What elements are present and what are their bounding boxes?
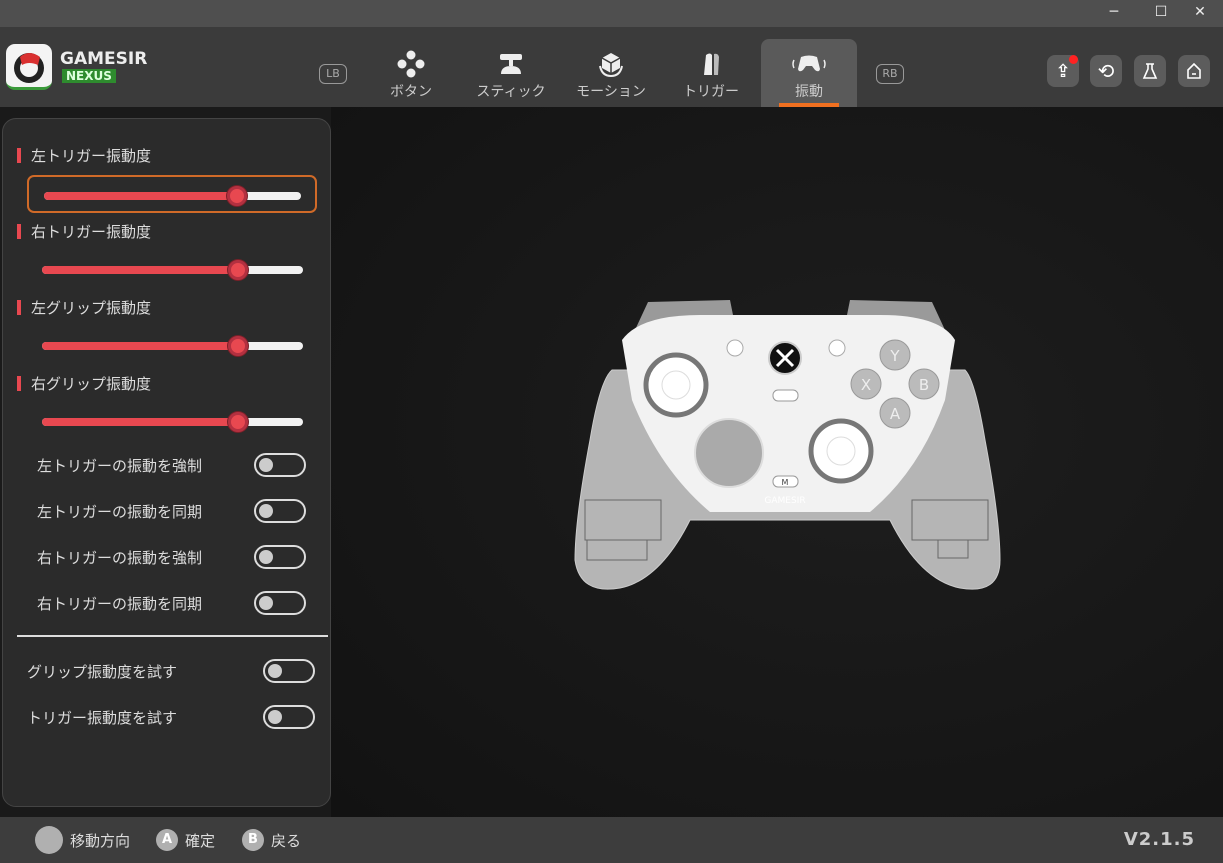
force-left-trigger-label: 左トリガーの振動を強制 bbox=[37, 457, 203, 475]
controller-logo: GAMESIR bbox=[764, 496, 805, 506]
test-trigger-label: トリガー振動度を試す bbox=[27, 709, 178, 727]
force-right-trigger-toggle[interactable] bbox=[254, 545, 306, 569]
test-trigger-toggle[interactable] bbox=[263, 705, 315, 729]
tab-label: モーション bbox=[576, 84, 646, 100]
rb-bumper-button[interactable]: RB bbox=[876, 64, 904, 84]
sync-left-trigger-label: 左トリガーの振動を同期 bbox=[37, 503, 203, 521]
reset-icon: ⟲ bbox=[1097, 59, 1115, 83]
tab-vibration[interactable]: 振動 bbox=[761, 39, 857, 107]
close-button[interactable]: ✕ bbox=[1177, 0, 1223, 27]
dpad-icon bbox=[363, 47, 459, 81]
a-button: A bbox=[890, 405, 901, 423]
force-left-trigger-toggle[interactable] bbox=[254, 453, 306, 477]
a-key-icon: A bbox=[156, 829, 178, 851]
tab-motion[interactable]: モーション bbox=[563, 39, 659, 107]
y-button: Y bbox=[889, 347, 900, 365]
joystick-icon bbox=[35, 826, 63, 854]
right-trigger-vibration-label: 右トリガー振動度 bbox=[17, 221, 151, 242]
back-hint: 戻る bbox=[271, 832, 302, 850]
slider-thumb[interactable] bbox=[226, 186, 247, 206]
right-grip-vibration-label: 右グリップ振動度 bbox=[17, 373, 151, 394]
header: GAMESIR NEXUS LB ボタン スティック モーション トリガー 振動… bbox=[0, 27, 1223, 107]
slider-thumb[interactable] bbox=[227, 336, 248, 356]
slider-thumb[interactable] bbox=[227, 260, 248, 280]
tab-buttons[interactable]: ボタン bbox=[363, 39, 459, 107]
right-grip-vibration-slider[interactable] bbox=[27, 403, 317, 441]
home-button[interactable] bbox=[1178, 55, 1210, 87]
tab-label: スティック bbox=[476, 84, 546, 100]
sync-right-trigger-toggle[interactable] bbox=[254, 591, 306, 615]
motion-icon bbox=[563, 47, 659, 81]
controller-view: M GAMESIR Y X B A bbox=[331, 107, 1223, 817]
right-trigger-vibration-slider[interactable] bbox=[27, 251, 317, 289]
x-button: X bbox=[861, 376, 871, 394]
brand-sub: NEXUS bbox=[62, 69, 116, 83]
reset-button[interactable]: ⟲ bbox=[1090, 55, 1122, 87]
test-grip-toggle[interactable] bbox=[263, 659, 315, 683]
version-label: V2.1.5 bbox=[1123, 829, 1195, 850]
notification-dot bbox=[1069, 55, 1078, 64]
trigger-icon bbox=[663, 47, 759, 81]
slider-thumb[interactable] bbox=[227, 412, 248, 432]
b-button: B bbox=[919, 376, 929, 394]
upload-icon: ⇪ bbox=[1055, 60, 1071, 82]
home-icon bbox=[1187, 62, 1201, 79]
vibration-settings-panel: 左トリガー振動度 右トリガー振動度 左グリップ振動度 右グリップ振動度 左トリガ… bbox=[2, 118, 331, 807]
lb-bumper-button[interactable]: LB bbox=[319, 64, 347, 84]
tab-stick[interactable]: スティック bbox=[463, 39, 559, 107]
b-key-icon: B bbox=[242, 829, 264, 851]
controller-image: M GAMESIR Y X B A bbox=[574, 300, 1001, 590]
footer-hints: 移動方向 A 確定 B 戻る V2.1.5 bbox=[0, 817, 1223, 863]
vibration-icon bbox=[761, 47, 857, 81]
left-grip-vibration-label: 左グリップ振動度 bbox=[17, 297, 151, 318]
divider bbox=[17, 635, 328, 637]
sync-right-trigger-label: 右トリガーの振動を同期 bbox=[37, 595, 203, 613]
brand-name: GAMESIR bbox=[60, 49, 148, 69]
left-grip-vibration-slider[interactable] bbox=[27, 327, 317, 365]
move-hint: 移動方向 bbox=[70, 832, 131, 850]
minimize-button[interactable]: ─ bbox=[1091, 0, 1137, 27]
tab-label: 振動 bbox=[795, 84, 823, 100]
force-right-trigger-label: 右トリガーの振動を強制 bbox=[37, 549, 203, 567]
m-button: M bbox=[782, 478, 789, 487]
tab-label: トリガー bbox=[683, 84, 739, 100]
flask-icon bbox=[1142, 63, 1158, 79]
test-button[interactable] bbox=[1134, 55, 1166, 87]
left-trigger-vibration-label: 左トリガー振動度 bbox=[17, 145, 151, 166]
confirm-hint: 確定 bbox=[185, 832, 216, 850]
test-grip-label: グリップ振動度を試す bbox=[27, 663, 178, 681]
tab-label: ボタン bbox=[390, 84, 432, 100]
left-trigger-vibration-slider[interactable] bbox=[27, 175, 317, 213]
title-bar: ─ ☐ ✕ bbox=[0, 0, 1223, 27]
stick-icon bbox=[463, 47, 559, 81]
gamesir-logo-icon bbox=[6, 44, 52, 90]
tab-trigger[interactable]: トリガー bbox=[663, 39, 759, 107]
sync-left-trigger-toggle[interactable] bbox=[254, 499, 306, 523]
